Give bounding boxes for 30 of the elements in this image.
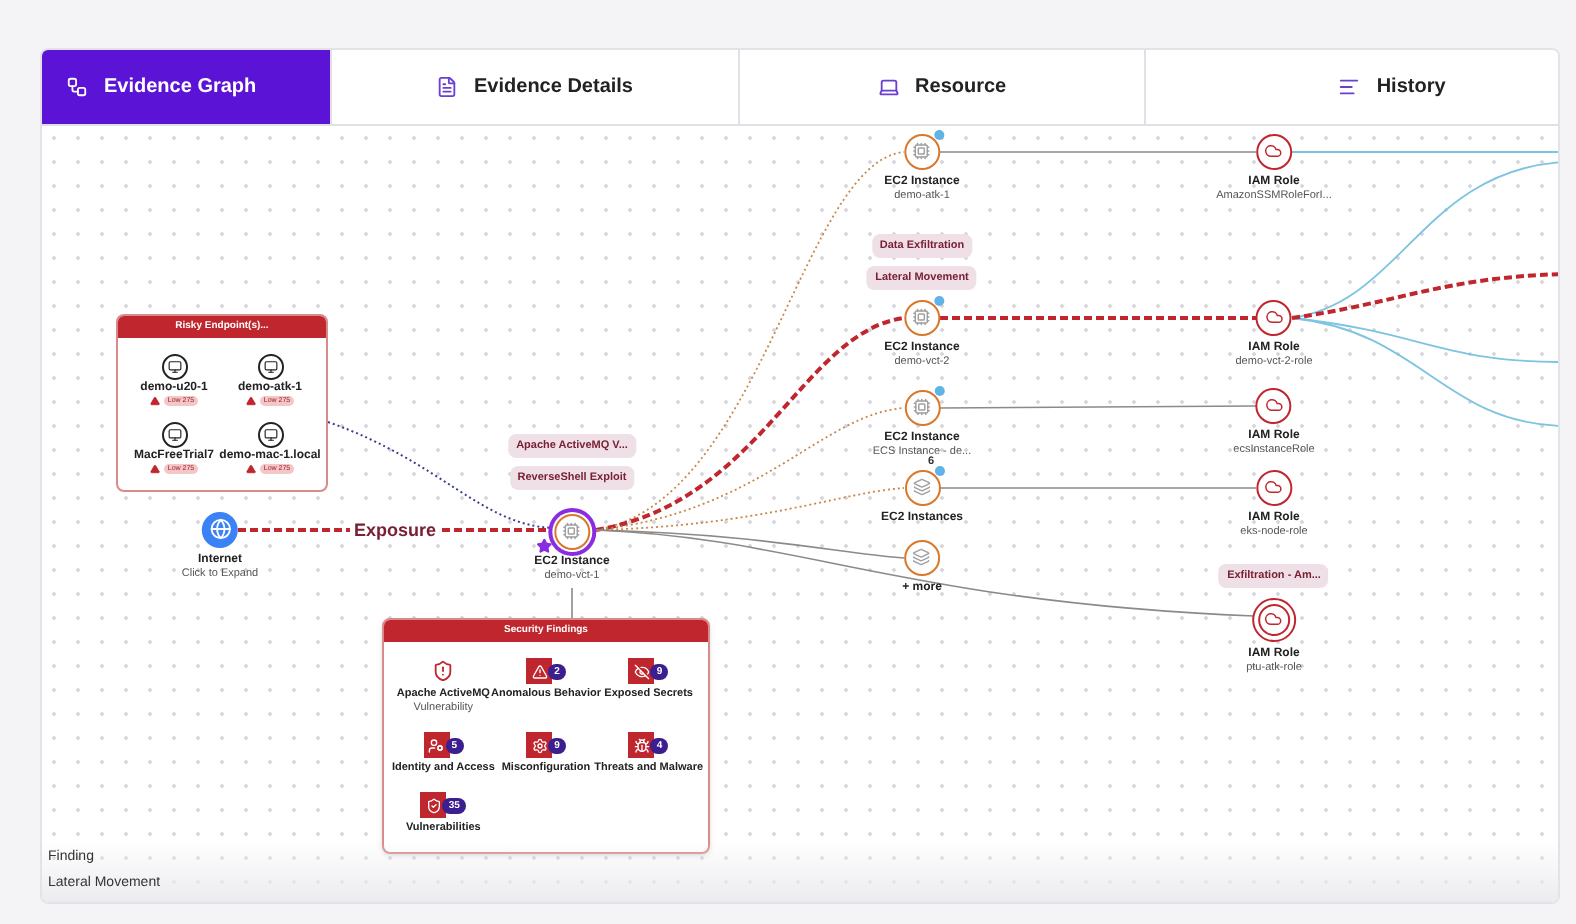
monitor-icon — [161, 354, 187, 381]
eye-off-icon — [628, 658, 655, 685]
user-gear-icon — [423, 732, 450, 759]
graph-icon — [66, 75, 88, 98]
star-icon — [536, 537, 552, 554]
connector-line — [571, 586, 573, 619]
lines-icon — [1338, 75, 1361, 98]
shield-icon — [432, 660, 455, 683]
monitor-icon — [257, 354, 283, 381]
globe-icon[interactable] — [202, 511, 238, 548]
monitor-icon — [161, 422, 187, 449]
monitor-icon — [257, 422, 283, 449]
warning-icon — [526, 658, 553, 685]
bug-icon — [628, 732, 655, 759]
laptop-icon — [877, 75, 900, 98]
warning-icon — [245, 464, 256, 475]
document-icon — [436, 75, 459, 98]
edge-label: Exposure — [350, 517, 441, 545]
cloud-icon[interactable] — [1256, 299, 1292, 336]
gear-icon — [526, 732, 553, 759]
shield-icon — [420, 792, 447, 819]
tab[interactable]: History — [1144, 50, 1558, 124]
cloud-icon[interactable] — [1252, 597, 1296, 642]
cloud-icon[interactable] — [1256, 469, 1292, 506]
cloud-icon[interactable] — [1256, 133, 1292, 170]
cloud-icon[interactable] — [1256, 387, 1292, 424]
tab[interactable]: Evidence Graph — [42, 50, 330, 124]
warning-icon — [149, 464, 160, 475]
warning-icon — [245, 396, 256, 407]
warning-icon — [149, 396, 160, 407]
